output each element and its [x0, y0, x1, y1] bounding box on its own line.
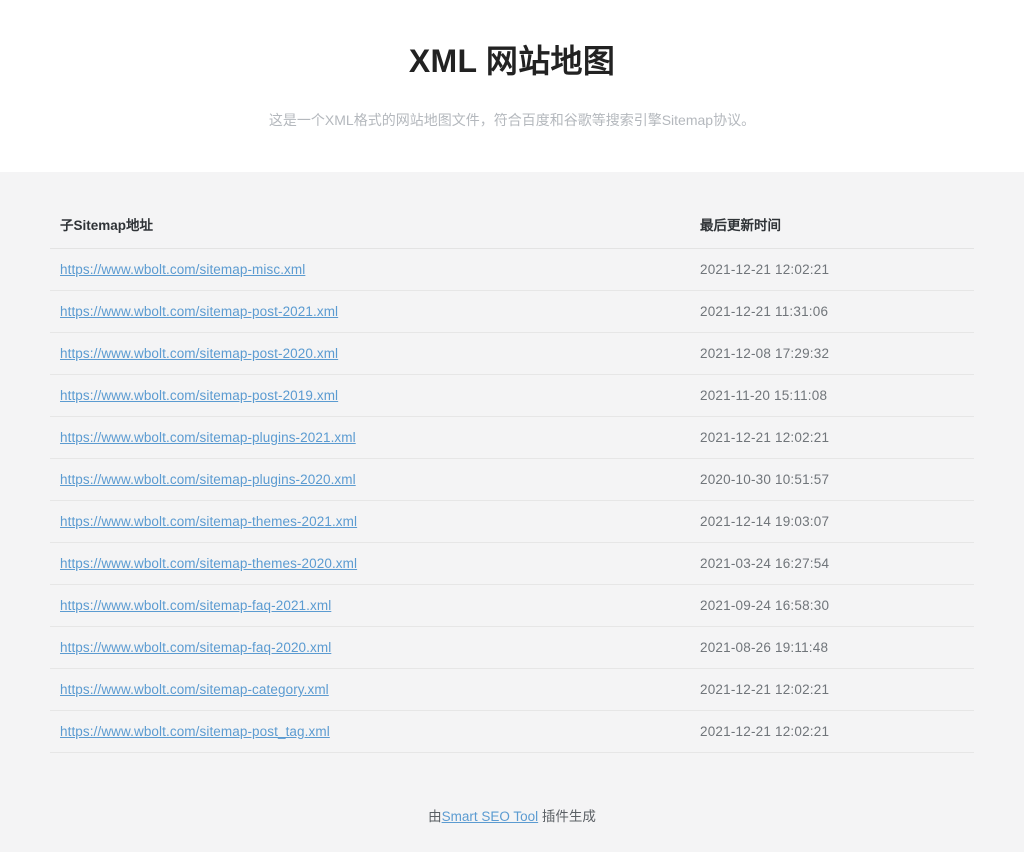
table-row: https://www.wbolt.com/sitemap-post_tag.x… [50, 710, 974, 753]
sitemap-url-cell: https://www.wbolt.com/sitemap-post-2020.… [50, 332, 690, 375]
table-row: https://www.wbolt.com/sitemap-themes-202… [50, 500, 974, 543]
sitemap-url-cell: https://www.wbolt.com/sitemap-themes-202… [50, 500, 690, 543]
last-updated-cell: 2021-03-24 16:27:54 [690, 542, 974, 585]
table-row: https://www.wbolt.com/sitemap-plugins-20… [50, 458, 974, 501]
last-updated-cell: 2021-12-21 12:02:21 [690, 416, 974, 459]
sitemap-url-cell: https://www.wbolt.com/sitemap-plugins-20… [50, 458, 690, 501]
table-row: https://www.wbolt.com/sitemap-post-2021.… [50, 290, 974, 333]
sitemap-link[interactable]: https://www.wbolt.com/sitemap-misc.xml [60, 262, 305, 277]
last-updated-cell: 2021-12-21 11:31:06 [690, 290, 974, 333]
last-updated-cell: 2021-09-24 16:58:30 [690, 584, 974, 627]
smart-seo-tool-link[interactable]: Smart SEO Tool [442, 809, 539, 824]
last-updated-cell: 2021-12-14 19:03:07 [690, 500, 974, 543]
table-header-row: 子Sitemap地址 最后更新时间 [50, 202, 974, 249]
table-row: https://www.wbolt.com/sitemap-faq-2020.x… [50, 626, 974, 669]
footer-suffix: 插件生成 [538, 809, 596, 824]
sitemap-url-cell: https://www.wbolt.com/sitemap-faq-2021.x… [50, 584, 690, 627]
sitemap-link[interactable]: https://www.wbolt.com/sitemap-plugins-20… [60, 472, 356, 487]
sitemap-link[interactable]: https://www.wbolt.com/sitemap-post-2019.… [60, 388, 338, 403]
last-updated-cell: 2021-12-21 12:02:21 [690, 710, 974, 753]
table-body: https://www.wbolt.com/sitemap-misc.xml 20… [50, 248, 974, 753]
last-updated-cell: 2021-08-26 19:11:48 [690, 626, 974, 669]
page-title: XML 网站地图 [408, 43, 616, 79]
table-row: https://www.wbolt.com/sitemap-themes-202… [50, 542, 974, 585]
last-updated-cell: 2020-10-30 10:51:57 [690, 458, 974, 501]
table-row: https://www.wbolt.com/sitemap-misc.xml 20… [50, 248, 974, 291]
sitemap-link[interactable]: https://www.wbolt.com/sitemap-faq-2021.x… [60, 598, 331, 613]
last-updated-cell: 2021-12-08 17:29:32 [690, 332, 974, 375]
sitemap-link[interactable]: https://www.wbolt.com/sitemap-post_tag.x… [60, 724, 330, 739]
sitemap-url-cell: https://www.wbolt.com/sitemap-category.x… [50, 668, 690, 711]
sitemap-url-cell: https://www.wbolt.com/sitemap-post_tag.x… [50, 710, 690, 753]
table-row: https://www.wbolt.com/sitemap-faq-2021.x… [50, 584, 974, 627]
page-subtitle: 这是一个XML格式的网站地图文件，符合百度和谷歌等搜索引擎Sitemap协议。 [268, 112, 756, 128]
table-row: https://www.wbolt.com/sitemap-post-2019.… [50, 374, 974, 417]
sitemap-link[interactable]: https://www.wbolt.com/sitemap-themes-202… [60, 514, 357, 529]
last-updated-cell: 2021-12-21 12:02:21 [690, 248, 974, 291]
sitemap-link[interactable]: https://www.wbolt.com/sitemap-post-2020.… [60, 346, 338, 361]
sitemap-link[interactable]: https://www.wbolt.com/sitemap-category.x… [60, 682, 329, 697]
page-header: XML 网站地图 这是一个XML格式的网站地图文件，符合百度和谷歌等搜索引擎Si… [0, 0, 1024, 172]
sitemap-url-cell: https://www.wbolt.com/sitemap-themes-202… [50, 542, 690, 585]
sitemap-url-cell: https://www.wbolt.com/sitemap-post-2021.… [50, 290, 690, 333]
sitemap-url-cell: https://www.wbolt.com/sitemap-plugins-20… [50, 416, 690, 459]
table-row: https://www.wbolt.com/sitemap-category.x… [50, 668, 974, 711]
table-row: https://www.wbolt.com/sitemap-plugins-20… [50, 416, 974, 459]
table-row: https://www.wbolt.com/sitemap-post-2020.… [50, 332, 974, 375]
sitemap-url-cell: https://www.wbolt.com/sitemap-faq-2020.x… [50, 626, 690, 669]
footer-prefix: 由 [428, 809, 442, 824]
column-header-url: 子Sitemap地址 [50, 202, 690, 249]
last-updated-cell: 2021-11-20 15:11:08 [690, 374, 974, 417]
last-updated-cell: 2021-12-21 12:02:21 [690, 668, 974, 711]
sitemap-link[interactable]: https://www.wbolt.com/sitemap-faq-2020.x… [60, 640, 331, 655]
sitemap-table: 子Sitemap地址 最后更新时间 https://www.wbolt.com/… [50, 202, 974, 753]
sitemap-url-cell: https://www.wbolt.com/sitemap-misc.xml [50, 248, 690, 291]
column-header-updated: 最后更新时间 [690, 202, 974, 249]
page-body: 子Sitemap地址 最后更新时间 https://www.wbolt.com/… [0, 202, 1024, 852]
sitemap-link[interactable]: https://www.wbolt.com/sitemap-post-2021.… [60, 304, 338, 319]
sitemap-link[interactable]: https://www.wbolt.com/sitemap-themes-202… [60, 556, 357, 571]
content-container: 子Sitemap地址 最后更新时间 https://www.wbolt.com/… [50, 202, 974, 825]
table-head: 子Sitemap地址 最后更新时间 [50, 202, 974, 249]
page-footer: 由Smart SEO Tool 插件生成 [50, 753, 974, 825]
sitemap-link[interactable]: https://www.wbolt.com/sitemap-plugins-20… [60, 430, 356, 445]
sitemap-url-cell: https://www.wbolt.com/sitemap-post-2019.… [50, 374, 690, 417]
